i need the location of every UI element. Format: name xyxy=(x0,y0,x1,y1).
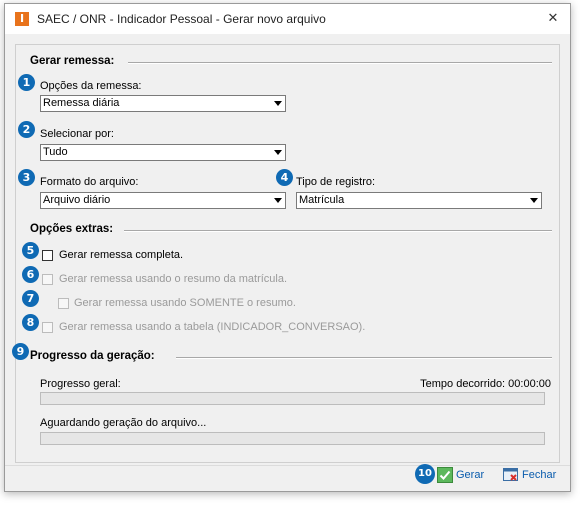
title-bar: I SAEC / ONR - Indicador Pessoal - Gerar… xyxy=(5,4,570,34)
fechar-label: Fechar xyxy=(522,469,557,481)
checkbox-somente-resumo[interactable] xyxy=(58,298,69,309)
checkbox-tabela-label: Gerar remessa usando a tabela (INDICADOR… xyxy=(59,321,366,333)
close-button[interactable]: ✕ xyxy=(544,10,562,28)
chevron-down-icon xyxy=(528,195,539,206)
opcoes-remessa-label: Opções da remessa: xyxy=(40,80,142,92)
app-icon: I xyxy=(15,12,29,26)
dialog-content: Gerar remessa: Opções da remessa: Remess… xyxy=(15,44,560,463)
section-gerar-remessa: Gerar remessa: xyxy=(30,55,115,67)
gerar-label: Gerar xyxy=(456,469,485,481)
footer-divider xyxy=(5,465,570,466)
callout-badge: 10 xyxy=(415,464,435,484)
section-progresso: Progresso da geração: xyxy=(30,350,155,362)
callout-badge: 6 xyxy=(22,266,39,283)
tipo-registro-value: Matrícula xyxy=(299,194,345,206)
section-opcoes-extras: Opções extras: xyxy=(30,223,114,235)
progresso-geral-bar xyxy=(40,392,545,405)
progresso-geral-label: Progresso geral: xyxy=(40,378,121,390)
check-icon xyxy=(437,467,453,483)
callout-badge: 9 xyxy=(12,343,29,360)
selecionar-por-value: Tudo xyxy=(43,146,68,158)
chevron-down-icon xyxy=(272,147,283,158)
section-rule xyxy=(176,357,552,359)
callout-badge: 7 xyxy=(22,290,39,307)
checkbox-resumo-matricula[interactable] xyxy=(42,274,53,285)
chevron-down-icon xyxy=(272,195,283,206)
checkbox-somente-resumo-label: Gerar remessa usando SOMENTE o resumo. xyxy=(74,297,296,309)
callout-badge: 1 xyxy=(18,74,35,91)
callout-badge: 3 xyxy=(18,169,35,186)
checkbox-tabela[interactable] xyxy=(42,322,53,333)
callout-badge: 4 xyxy=(276,169,293,186)
tipo-registro-label: Tipo de registro: xyxy=(296,176,376,188)
formato-arquivo-label: Formato do arquivo: xyxy=(40,176,139,188)
fechar-button[interactable]: Fechar xyxy=(503,466,556,484)
checkbox-remessa-completa[interactable] xyxy=(42,250,53,261)
aguardando-label: Aguardando geração do arquivo... xyxy=(40,417,207,429)
tipo-registro-select[interactable]: Matrícula xyxy=(296,192,542,209)
tempo-decorrido-label: Tempo decorrido: 00:00:00 xyxy=(420,378,551,390)
checkbox-resumo-matricula-label: Gerar remessa usando o resumo da matrícu… xyxy=(59,273,288,285)
callout-badge: 8 xyxy=(22,314,39,331)
section-rule xyxy=(124,230,552,232)
progresso-arquivo-bar xyxy=(40,432,545,445)
formato-arquivo-select[interactable]: Arquivo diário xyxy=(40,192,286,209)
selecionar-por-select[interactable]: Tudo xyxy=(40,144,286,161)
callout-badge: 2 xyxy=(18,121,35,138)
selecionar-por-label: Selecionar por: xyxy=(40,128,114,140)
checkbox-remessa-completa-label: Gerar remessa completa. xyxy=(59,249,184,261)
opcoes-remessa-value: Remessa diária xyxy=(43,97,120,109)
callout-badge: 5 xyxy=(22,242,39,259)
section-rule xyxy=(128,62,552,64)
opcoes-remessa-select[interactable]: Remessa diária xyxy=(40,95,286,112)
window-title: SAEC / ONR - Indicador Pessoal - Gerar n… xyxy=(37,12,326,26)
formato-arquivo-value: Arquivo diário xyxy=(43,194,111,206)
dialog-window: I SAEC / ONR - Indicador Pessoal - Gerar… xyxy=(4,3,571,492)
chevron-down-icon xyxy=(272,98,283,109)
gerar-button[interactable]: Gerar xyxy=(437,466,484,484)
close-window-icon xyxy=(503,467,519,483)
